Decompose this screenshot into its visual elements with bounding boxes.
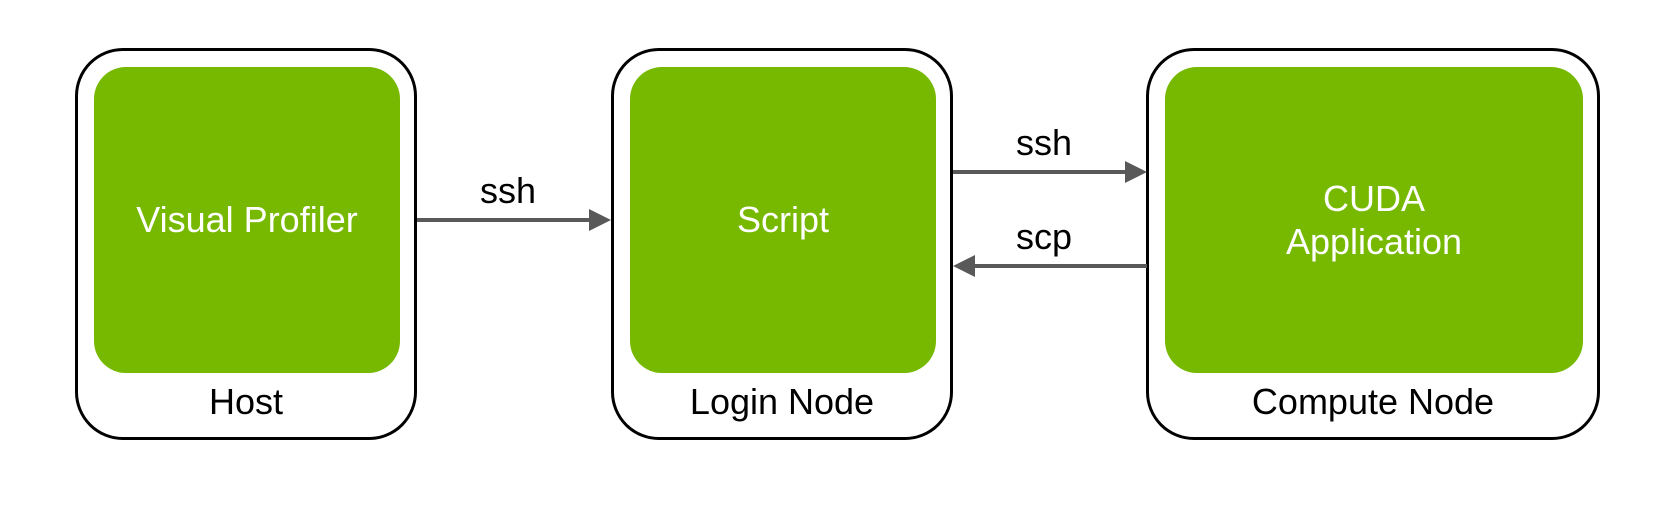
compute-inner-line2: Application [1286,220,1462,263]
host-inner-box: Visual Profiler [94,67,400,373]
arrow-head-3 [953,255,975,277]
login-inner-box: Script [630,67,936,373]
compute-outer-label: Compute Node [1149,381,1597,423]
arrow-label-ssh-1: ssh [480,170,536,212]
login-node: Script Login Node [611,48,953,440]
compute-inner-box: CUDA Application [1165,67,1583,373]
host-outer-label: Host [78,381,414,423]
login-inner-label: Script [737,198,829,241]
arrow-head-1 [589,209,611,231]
arrow-head-2 [1125,161,1147,183]
arrow-line-1 [417,218,589,222]
login-outer-label: Login Node [614,381,950,423]
host-node: Visual Profiler Host [75,48,417,440]
compute-inner-line1: CUDA [1286,177,1462,220]
arrow-line-3 [975,264,1147,268]
arrow-line-2 [953,170,1125,174]
arrow-label-ssh-2: ssh [1016,122,1072,164]
compute-inner-label: CUDA Application [1266,177,1482,263]
compute-node: CUDA Application Compute Node [1146,48,1600,440]
arrow-label-scp: scp [1016,216,1072,258]
host-inner-label: Visual Profiler [136,198,357,241]
